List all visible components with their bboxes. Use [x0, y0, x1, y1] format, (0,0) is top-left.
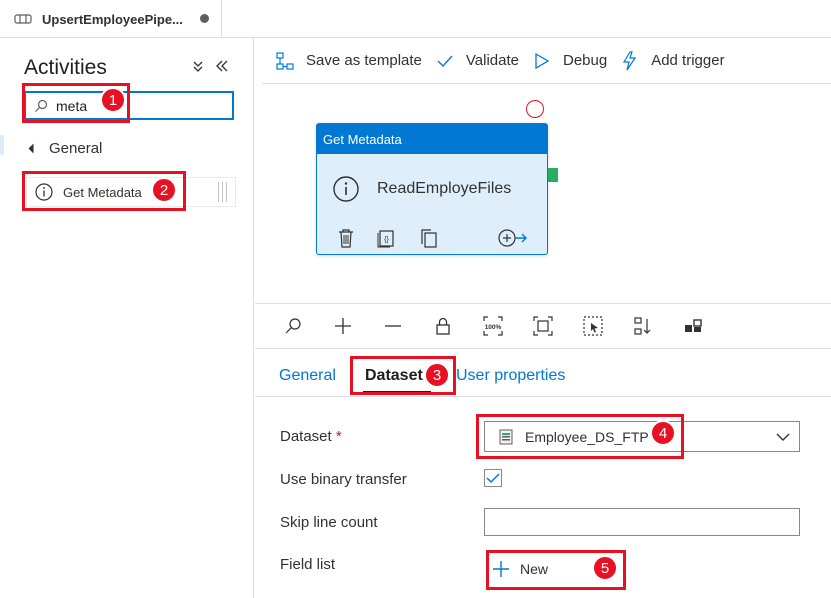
chevron-down-icon	[775, 430, 791, 444]
canvas-zoom-toolbar: 100%	[255, 303, 831, 349]
save-as-template-label: Save as template	[306, 52, 422, 69]
callout-badge-2: 2	[151, 177, 177, 203]
tab-title: UpsertEmployeePipe...	[42, 11, 183, 27]
tab-general[interactable]: General	[279, 367, 336, 385]
group-general[interactable]: General	[28, 140, 103, 157]
debug-label: Debug	[563, 52, 608, 69]
zoom-in-icon[interactable]	[333, 316, 353, 336]
save-as-template-button[interactable]: Save as template	[276, 38, 422, 84]
auto-align-icon[interactable]	[633, 316, 653, 336]
zoom-100-icon[interactable]: 100%	[483, 316, 503, 336]
callout-badge-4: 4	[650, 420, 676, 446]
activities-title: Activities	[24, 56, 107, 79]
skip-line-count-input[interactable]	[484, 508, 800, 536]
fit-screen-icon[interactable]	[533, 316, 553, 336]
success-output-port[interactable]	[548, 168, 558, 182]
pipeline-icon	[14, 13, 32, 25]
lightning-icon	[623, 50, 637, 70]
card-header: Get Metadata	[317, 124, 547, 154]
drag-handle-icon[interactable]	[213, 182, 231, 202]
collapse-all-icon[interactable]	[190, 58, 206, 74]
hide-panel-icon[interactable]	[214, 58, 230, 74]
tab-user-properties[interactable]: User properties	[456, 367, 565, 385]
svg-text:{}: {}	[384, 237, 389, 244]
play-icon	[535, 52, 550, 69]
code-icon[interactable]: {}	[377, 228, 395, 248]
copy-icon[interactable]	[419, 228, 437, 248]
svg-text:100%: 100%	[485, 324, 502, 331]
binary-transfer-checkbox[interactable]	[484, 469, 502, 487]
callout-badge-3: 3	[424, 362, 450, 388]
skip-line-count-label: Skip line count	[280, 514, 378, 531]
properties-tabs: General Dataset User properties	[255, 349, 831, 397]
add-trigger-button[interactable]: Add trigger	[621, 38, 725, 84]
unsaved-dot-icon	[200, 14, 209, 23]
search-icon[interactable]	[283, 316, 303, 336]
panel-controls	[190, 58, 230, 74]
checkmark-icon	[486, 473, 500, 484]
delete-icon[interactable]	[337, 228, 355, 248]
field-list-label: Field list	[280, 556, 336, 573]
caret-down-icon	[28, 143, 39, 154]
pipeline-canvas[interactable]: Get Metadata ReadEmployeFiles {}	[255, 85, 831, 303]
callout-badge-5: 5	[592, 555, 618, 581]
dataset-label-text: Dataset	[280, 428, 332, 445]
layout-icon[interactable]	[683, 316, 703, 336]
select-icon[interactable]	[583, 316, 603, 336]
card-body: ReadEmployeFiles	[333, 176, 511, 202]
callout-badge-1: 1	[100, 87, 126, 113]
checkmark-icon	[437, 55, 453, 67]
template-icon	[276, 51, 294, 70]
dataset-field-label: Dataset *	[280, 428, 342, 445]
pipeline-toolbar: Save as template Validate Debug Add trig…	[262, 38, 831, 84]
pipeline-tab[interactable]: UpsertEmployeePipe...	[0, 0, 222, 38]
required-mark: *	[335, 428, 342, 445]
get-metadata-activity-card[interactable]: Get Metadata ReadEmployeFiles {}	[316, 123, 548, 255]
tab-bar: UpsertEmployeePipe...	[0, 0, 831, 38]
binary-transfer-label: Use binary transfer	[280, 471, 407, 488]
add-output-icon[interactable]	[497, 228, 527, 248]
validate-label: Validate	[465, 52, 519, 69]
info-icon	[333, 176, 359, 202]
debug-button[interactable]: Debug	[533, 38, 607, 84]
lock-icon[interactable]	[433, 316, 453, 336]
activity-name: ReadEmployeFiles	[377, 180, 512, 197]
add-trigger-label: Add trigger	[651, 52, 725, 69]
error-indicator-icon[interactable]	[526, 100, 544, 118]
card-actions: {}	[337, 228, 537, 248]
validate-button[interactable]: Validate	[436, 38, 519, 84]
group-label: General	[49, 140, 103, 157]
selection-marker	[0, 135, 4, 155]
zoom-out-icon[interactable]	[383, 316, 403, 336]
